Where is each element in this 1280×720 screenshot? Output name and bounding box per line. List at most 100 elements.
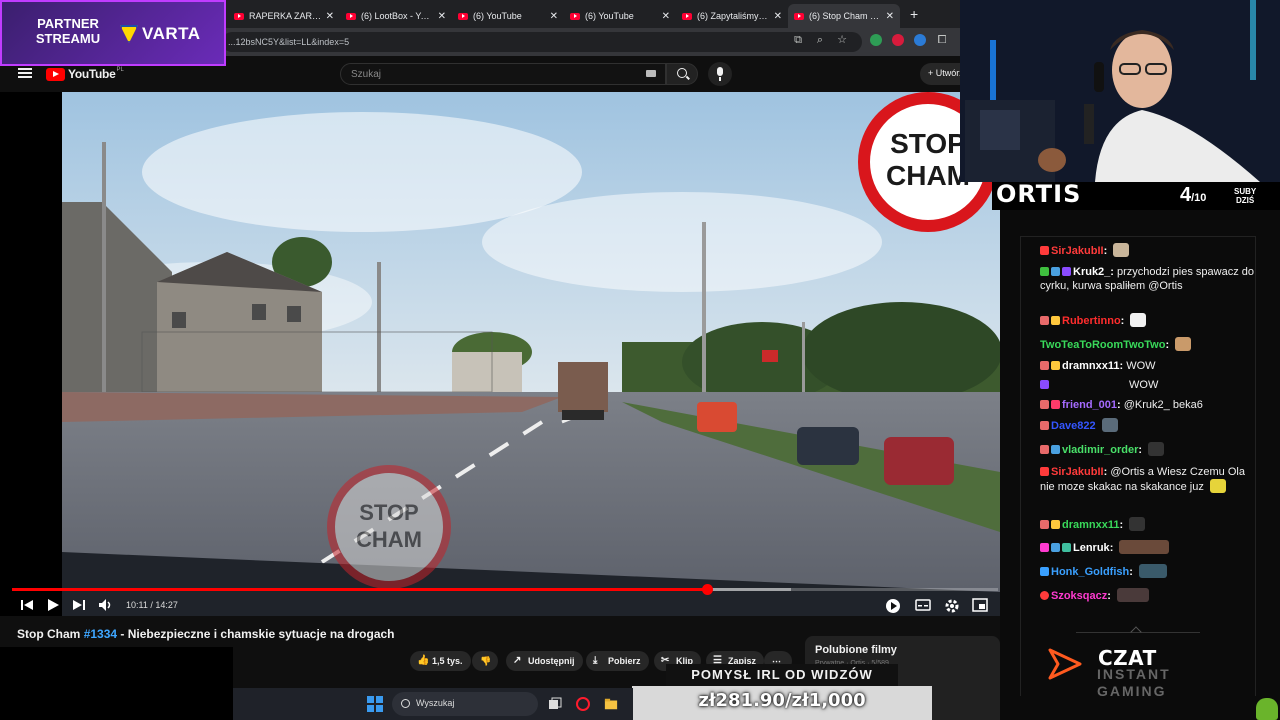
play-icon[interactable]	[46, 598, 60, 612]
badge-icon	[1040, 421, 1049, 430]
task-view-icon[interactable]	[548, 697, 562, 711]
sub-badge-icon	[1040, 267, 1049, 276]
badge-icon	[1051, 267, 1060, 276]
youtube-favicon-icon	[346, 12, 356, 20]
sub-goal-label: SUBY DZIŚ	[1234, 187, 1257, 205]
chat-message: Honk_Goldfish:	[1040, 564, 1254, 579]
browser-tab[interactable]: (6) LootBox - YouTube✕	[340, 4, 452, 28]
close-tab-icon[interactable]: ✕	[886, 11, 894, 22]
previous-icon[interactable]	[20, 598, 34, 612]
youtube-play-icon	[46, 67, 65, 81]
badge-icon	[1040, 543, 1049, 552]
close-tab-icon[interactable]: ✕	[774, 11, 782, 22]
search-button[interactable]	[666, 63, 698, 85]
badge-icon	[1040, 445, 1049, 454]
badge-icon	[1040, 380, 1049, 389]
crown-badge-icon	[1051, 361, 1060, 370]
android-icon	[1256, 698, 1278, 720]
emote-icon	[1101, 418, 1118, 432]
download-icon: ⤓	[593, 655, 598, 666]
badge-icon	[1040, 520, 1049, 529]
url-field[interactable]: ...12bsNC5Y&list=LL&index=5	[222, 32, 862, 52]
search-input[interactable]: Szukaj	[340, 63, 666, 85]
browser-tab[interactable]: (6) YouTube ✕	[452, 4, 564, 28]
badge-icon	[1040, 400, 1049, 409]
new-tab-button[interactable]: +	[910, 6, 918, 22]
extension-icon[interactable]	[870, 34, 882, 46]
video-player[interactable]: STOP CHAM	[0, 92, 1000, 616]
heart-badge-icon	[1040, 246, 1049, 255]
volume-icon[interactable]	[98, 598, 114, 612]
hashtag-link[interactable]: #1334	[84, 627, 117, 641]
emote-icon	[1175, 337, 1192, 351]
chat-message: WOW	[1040, 378, 1254, 392]
emote-icon	[1138, 564, 1167, 578]
emote-icon	[1129, 517, 1146, 531]
chat-message: vladimir_order:	[1040, 442, 1254, 457]
download-button[interactable]: ⤓ Pobierz	[586, 651, 649, 671]
browser-tab[interactable]: (6) YouTube ✕	[564, 4, 676, 28]
extension-icon[interactable]	[892, 34, 904, 46]
extensions-puzzle-icon[interactable]: ⧠	[936, 34, 948, 46]
badge-icon	[1062, 543, 1071, 552]
youtube-logo[interactable]: YouTube PL	[46, 67, 124, 81]
thumbs-down-icon: 👎	[480, 656, 492, 666]
emote-icon	[1113, 243, 1130, 257]
close-tab-icon[interactable]: ✕	[550, 11, 558, 22]
screen: RAPERKA ZAROBIŁ✕ (6) LootBox - YouTube✕ …	[0, 0, 1280, 720]
windows-start-icon[interactable]	[367, 696, 383, 712]
zoom-icon[interactable]: ⌕	[814, 34, 826, 46]
next-icon[interactable]	[72, 598, 86, 612]
chat-message: dramnxx11:	[1040, 517, 1254, 532]
voice-search-button[interactable]	[708, 62, 732, 86]
sub-goal-counter: 4/10	[1180, 184, 1207, 206]
time-display: 10:11 / 14:27	[126, 600, 178, 610]
like-button[interactable]: 👍 1,5 tys.	[410, 651, 471, 671]
partner-overlay: PARTNER STREAMU VARTA	[0, 0, 226, 66]
svg-text:STOP: STOP	[359, 500, 419, 525]
webcam-feed	[960, 0, 1280, 182]
share-button[interactable]: ↗ Udostępnij	[506, 651, 583, 671]
progress-fill	[12, 588, 707, 591]
badge-icon	[1051, 543, 1060, 552]
menu-icon[interactable]	[18, 68, 32, 78]
donation-goal-amount: zł281.90/zł1,000	[698, 690, 866, 711]
miniplayer-icon[interactable]	[972, 598, 988, 612]
youtube-favicon-icon	[570, 12, 580, 20]
czat-subtitle: GAMING	[1097, 683, 1167, 699]
close-tab-icon[interactable]: ✕	[326, 11, 334, 22]
streamer-name: ORTIS	[996, 180, 1082, 208]
chat-message: friend_001: @Kruk2_ beka6	[1040, 398, 1254, 412]
heart-badge-icon	[1040, 467, 1049, 476]
install-app-icon[interactable]: ⧉	[792, 34, 804, 46]
chat-message: dramnxx11: WOW	[1040, 359, 1254, 373]
badge-icon	[1051, 400, 1060, 409]
browser-tab[interactable]: RAPERKA ZAROBIŁ✕	[228, 4, 340, 28]
badge-icon	[1040, 361, 1049, 370]
bookmark-star-icon[interactable]: ☆	[836, 34, 848, 46]
chat-message: SirJakubII: @Ortis a Wiesz Czemu Ola nie…	[1040, 466, 1245, 493]
file-explorer-icon[interactable]	[604, 697, 618, 711]
dislike-button[interactable]: 👎	[472, 651, 498, 671]
chat-message: Dave822	[1040, 418, 1254, 433]
close-tab-icon[interactable]: ✕	[662, 11, 670, 22]
video-title: Stop Cham #1334 - Niebezpieczne i chamsk…	[17, 627, 395, 641]
emote-icon	[1119, 540, 1170, 554]
autoplay-toggle-icon[interactable]	[885, 598, 901, 614]
browser-tab-active[interactable]: (6) Stop Cham #1334✕	[788, 4, 900, 28]
chat-message: Lenruk:	[1040, 540, 1254, 555]
overlay-mask	[0, 647, 233, 720]
settings-gear-icon[interactable]	[944, 598, 960, 614]
close-tab-icon[interactable]: ✕	[438, 11, 446, 22]
badge-icon	[1051, 445, 1060, 454]
opera-browser-icon[interactable]	[576, 697, 590, 711]
browser-tab[interactable]: (6) Zapytaliśmy czy ✕	[676, 4, 788, 28]
subtitles-icon[interactable]	[915, 598, 931, 612]
chat-message: Kruk2_: przychodzi pies spawacz do cyrku…	[1040, 266, 1254, 292]
chat-message: TwoTeaToRoomTwoTwo:	[1040, 337, 1254, 352]
share-icon: ↗	[513, 655, 522, 666]
extension-icon[interactable]	[914, 34, 926, 46]
keyboard-icon[interactable]	[646, 70, 656, 77]
progress-scrubber-handle[interactable]	[701, 584, 713, 595]
taskbar-search[interactable]: Wyszukaj	[392, 692, 538, 716]
